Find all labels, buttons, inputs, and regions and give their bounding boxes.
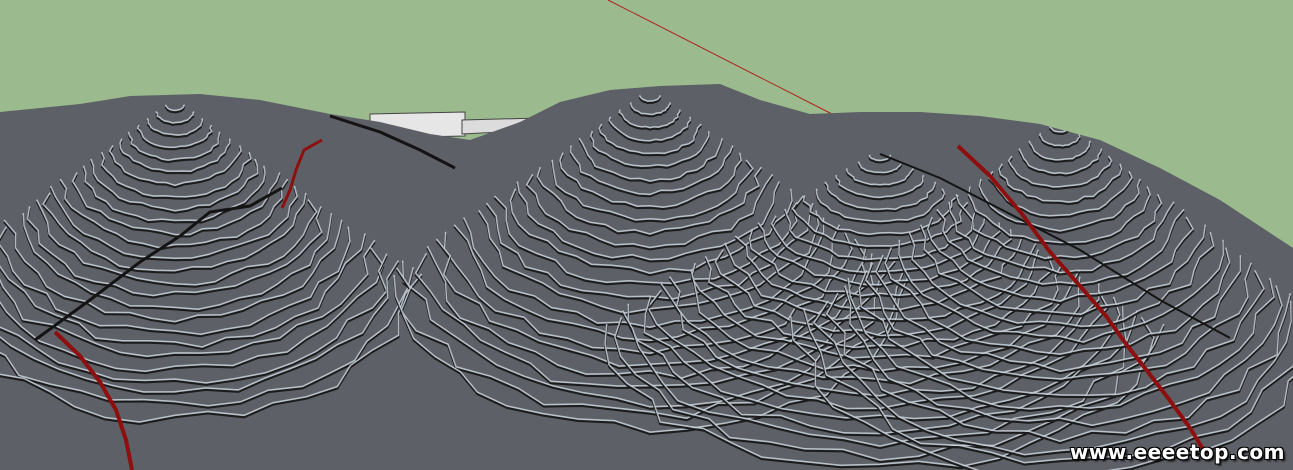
watermark-text: www.eeeetop.com bbox=[1069, 440, 1285, 464]
terrain-scene[interactable] bbox=[0, 0, 1293, 470]
model-viewport[interactable]: www.eeeetop.com bbox=[0, 0, 1293, 470]
